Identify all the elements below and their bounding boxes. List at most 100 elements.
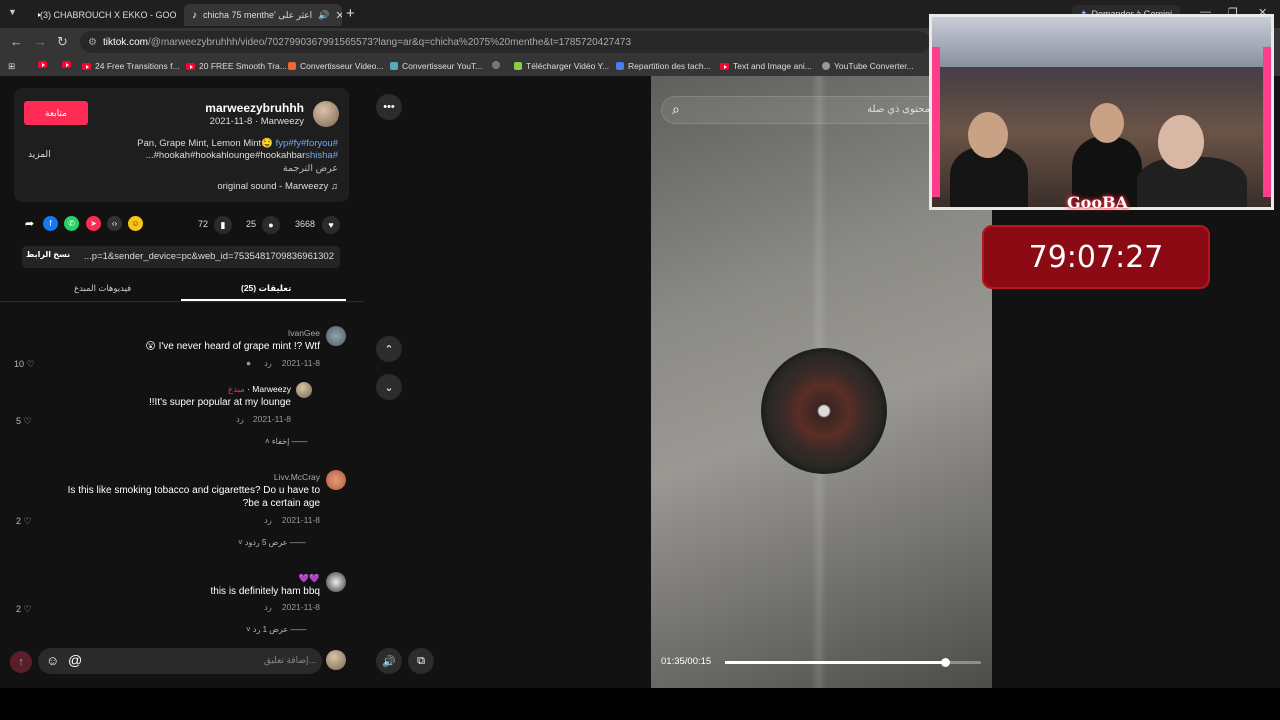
bookmark-item[interactable]: Télécharger Vidéo Y... xyxy=(514,61,609,71)
post-username[interactable]: marweezybruhhh xyxy=(205,101,304,115)
send-arrow-icon[interactable]: ↑ xyxy=(10,651,32,673)
hashtag[interactable]: shisha# xyxy=(305,150,338,161)
bookmark-item[interactable] xyxy=(492,61,500,69)
hide-replies-button[interactable]: ˄ إخفاء —— xyxy=(265,437,308,446)
reload-icon[interactable]: ↻ xyxy=(57,34,68,50)
globe-icon xyxy=(822,62,830,70)
smile-face-icon[interactable]: ☺ xyxy=(128,216,143,231)
view-replies-button[interactable]: ˅ عرض 5 ردود —— xyxy=(238,538,306,547)
previous-video-chevron-icon[interactable]: ⌃ xyxy=(376,336,402,362)
share-arrow-icon[interactable]: ➦ xyxy=(22,216,37,231)
comment-input[interactable]: ☺ @ إضافة تعليق... xyxy=(38,648,322,674)
likes-count: 3668 xyxy=(295,219,316,229)
copy-link-row: نسخ الرابط ...p=1&sender_device=pc&web_i… xyxy=(22,246,340,268)
site-info-icon[interactable]: ⚙ xyxy=(88,37,97,48)
seek-handle[interactable] xyxy=(941,658,951,667)
whatsapp-icon[interactable]: ✆ xyxy=(64,216,79,231)
bookmark-label: Télécharger Vidéo Y... xyxy=(526,61,610,71)
see-translation-link[interactable]: عرض الترجمة xyxy=(283,163,338,174)
comment-bubble-icon[interactable]: ● xyxy=(262,216,280,234)
comment-likes[interactable]: 10 ♡ xyxy=(14,359,35,370)
browser-tab-tiktok[interactable]: ♪ chicha 75 menthe' اعثر على 🔊 ✕ xyxy=(184,4,342,26)
youtube-icon xyxy=(186,62,195,70)
new-tab-button[interactable]: + xyxy=(346,5,355,22)
facebook-icon[interactable]: f xyxy=(43,216,58,231)
seek-bar[interactable] xyxy=(725,658,981,667)
commenter-avatar[interactable] xyxy=(326,326,346,346)
youtube-icon xyxy=(38,61,47,68)
tab-list-chevron-icon[interactable]: ▼ xyxy=(8,7,17,17)
bookmark-youtube-1[interactable] xyxy=(38,61,47,68)
streamer-head xyxy=(968,112,1008,158)
reply-button[interactable]: رد xyxy=(264,515,272,526)
url-field[interactable]: ⚙ tiktok.com/@marweezybruhhh/video/70279… xyxy=(80,31,930,53)
apps-grid-icon[interactable]: ⊞ xyxy=(8,61,15,72)
bookmark-item[interactable]: 24 Free Transitions f... xyxy=(82,61,180,71)
comment-date: 2021-11-8 xyxy=(281,515,320,525)
more-link[interactable]: المزيد xyxy=(28,149,51,160)
copy-link-button[interactable]: نسخ الرابط xyxy=(26,250,70,259)
bookmark-item[interactable]: Convertisseur YouT... xyxy=(390,61,482,71)
video-time: 01:35/00:15 xyxy=(661,656,712,667)
mention-icon[interactable]: @ xyxy=(68,652,82,668)
google-docs-icon xyxy=(616,62,624,70)
tab-comments[interactable]: (25) تعليقات xyxy=(241,283,291,294)
reply-author[interactable]: مبدع · Marweezy xyxy=(228,384,291,395)
bookmark-item[interactable]: 20 FREE Smooth Tra... xyxy=(186,61,287,71)
tab-creator-videos[interactable]: فيديوهات المبدع xyxy=(74,283,131,294)
author-avatar[interactable] xyxy=(313,101,339,127)
commenter-name[interactable]: Livv.McCray xyxy=(274,472,320,482)
heart-icon[interactable]: ♥ xyxy=(322,216,340,234)
embed-code-icon[interactable]: ‹› xyxy=(107,216,122,231)
picture-in-picture-icon[interactable]: ⧉ xyxy=(408,648,434,674)
back-arrow-icon[interactable]: ← xyxy=(10,34,23,49)
bookmark-icon[interactable]: ▮ xyxy=(214,216,232,234)
reply-button[interactable]: رد xyxy=(236,414,244,425)
view-replies-button[interactable]: ˅ عرض 1 رد —— xyxy=(246,625,306,634)
commenter-name[interactable]: 💜💜 xyxy=(299,573,320,584)
comments-panel: متابعة marweezybruhhh 2021-11-8 · Marwee… xyxy=(0,76,364,688)
reply-button[interactable]: رد xyxy=(264,358,272,369)
related-content-search[interactable]: ⌕ محتوى ذي صلة xyxy=(661,96,941,124)
close-tab-icon[interactable]: ✕ xyxy=(335,9,342,22)
comment-likes[interactable]: 2 ♡ xyxy=(16,516,32,527)
reply-button[interactable]: رد xyxy=(264,602,272,613)
sound-link[interactable]: original sound - Marweezy ♫ xyxy=(217,181,338,192)
z-logo-icon xyxy=(288,62,296,70)
comment-text-line2: ?be a certain age xyxy=(242,498,320,509)
emoji-icon[interactable]: ☺ xyxy=(46,653,59,668)
video-controls-column: ••• ⌃ ⌄ 🔊 ⧉ xyxy=(364,76,650,688)
comment-date: 2021-11-8 xyxy=(281,602,320,612)
commenter-avatar[interactable] xyxy=(326,470,346,490)
bookmark-youtube-2[interactable] xyxy=(62,61,71,68)
hashtags[interactable]: fyp#fy#foryou# xyxy=(276,138,338,149)
comment-date: 2021-11-8 xyxy=(281,358,320,368)
telegram-icon[interactable]: ➤ xyxy=(86,216,101,231)
my-avatar[interactable] xyxy=(326,650,346,670)
globe-icon xyxy=(492,61,500,69)
active-tab-indicator xyxy=(181,299,346,301)
commenter-avatar[interactable] xyxy=(326,572,346,592)
saves-count: 72 xyxy=(198,219,209,229)
url-path: /@marweezybruhhh/video/70279903679915655… xyxy=(147,36,632,48)
volume-icon[interactable]: 🔊 xyxy=(376,648,402,674)
reply-likes[interactable]: 5 ♡ xyxy=(16,416,32,427)
tab-title: chicha 75 menthe' اعثر على xyxy=(203,9,313,20)
browser-tab-youtube[interactable]: (3) CHABROUCH X EKKO - GOO ✕ xyxy=(26,4,182,26)
hookah-base-disc xyxy=(761,348,887,474)
commenter-name[interactable]: IvanGee xyxy=(288,328,320,338)
search-icon[interactable]: ⌕ xyxy=(672,101,680,118)
next-video-chevron-icon[interactable]: ⌄ xyxy=(376,374,402,400)
forward-arrow-icon[interactable]: → xyxy=(34,34,47,49)
bookmark-item[interactable]: Text and Image ani... xyxy=(720,61,812,71)
webcam-overlay xyxy=(929,14,1274,210)
creator-avatar[interactable] xyxy=(296,382,312,398)
share-link-text[interactable]: ...p=1&sender_device=pc&web_id=753548170… xyxy=(84,251,334,262)
more-options-icon[interactable]: ••• xyxy=(376,94,402,120)
bookmark-item[interactable]: YouTube Converter... xyxy=(822,61,914,71)
bookmark-item[interactable]: Convertisseur Video... xyxy=(288,61,383,71)
bookmark-item[interactable]: Repartition des tach... xyxy=(616,61,711,71)
post-description-line1: Pan, Grape Mint, Lemon Mint🤤 fyp#fy#fory… xyxy=(137,138,338,149)
follow-button[interactable]: متابعة xyxy=(24,101,88,125)
comment-likes[interactable]: 2 ♡ xyxy=(16,604,32,615)
